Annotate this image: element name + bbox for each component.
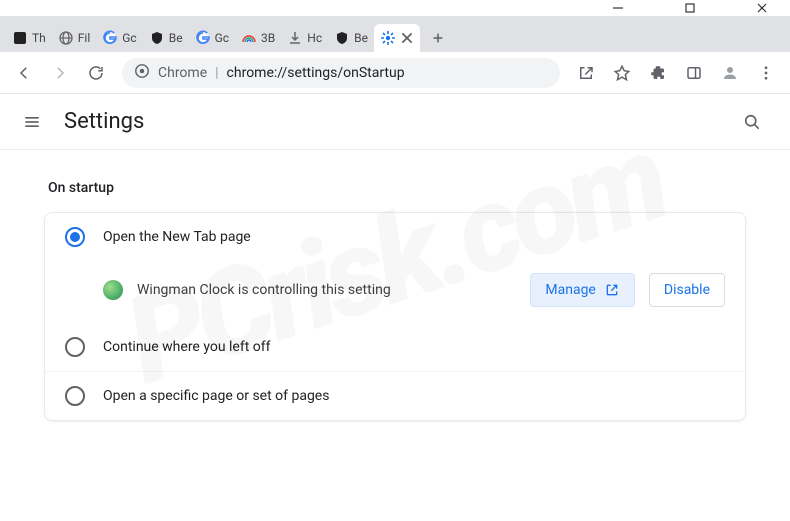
browser-tab[interactable]: Gc — [189, 24, 235, 52]
extension-icon — [103, 280, 123, 300]
browser-tab[interactable]: Hc — [281, 24, 328, 52]
manage-button[interactable]: Manage — [530, 273, 634, 307]
extensions-button[interactable] — [642, 57, 674, 89]
browser-tab-active[interactable] — [374, 24, 420, 52]
tab-label: Th — [32, 31, 46, 45]
google-g-icon — [102, 30, 118, 46]
extension-controlled-row: Wingman Clock is controlling this settin… — [45, 261, 745, 323]
bookmark-button[interactable] — [606, 57, 638, 89]
browser-tabstrip: Th Fil Gc Be Gc 3B Hc Be — [0, 16, 790, 52]
tab-label: 3B — [261, 31, 275, 45]
shield-icon — [149, 30, 165, 46]
browser-tab[interactable]: Gc — [96, 24, 142, 52]
browser-tab[interactable]: Be — [143, 24, 189, 52]
new-tab-button[interactable] — [424, 24, 452, 52]
page-title: Settings — [64, 109, 144, 134]
radio-selected-icon — [65, 227, 85, 247]
rainbow-icon — [241, 30, 257, 46]
address-scheme-label: Chrome — [158, 65, 207, 81]
window-titlebar — [0, 0, 790, 16]
startup-option-specific-pages[interactable]: Open a specific page or set of pages — [45, 371, 745, 420]
startup-option-continue[interactable]: Continue where you left off — [45, 323, 745, 371]
globe-icon — [58, 30, 74, 46]
reload-button[interactable] — [80, 57, 112, 89]
download-icon — [287, 30, 303, 46]
share-button[interactable] — [570, 57, 602, 89]
open-external-icon — [604, 282, 620, 298]
option-label: Continue where you left off — [103, 339, 271, 355]
menu-button[interactable] — [20, 110, 44, 134]
forward-button[interactable] — [44, 57, 76, 89]
close-icon[interactable] — [400, 31, 414, 45]
manage-button-label: Manage — [545, 282, 595, 298]
option-label: Open the New Tab page — [103, 229, 251, 245]
tab-label: Be — [354, 31, 368, 45]
option-label: Open a specific page or set of pages — [103, 388, 329, 404]
address-divider: | — [215, 65, 218, 81]
window-close-button[interactable] — [742, 0, 782, 16]
chrome-menu-button[interactable] — [750, 57, 782, 89]
browser-toolbar: Chrome | chrome://settings/onStartup — [0, 52, 790, 94]
window-minimize-button[interactable] — [598, 0, 638, 16]
extension-controlled-message: Wingman Clock is controlling this settin… — [137, 282, 516, 298]
section-title: On startup — [48, 180, 746, 196]
tab-label: Fil — [78, 31, 90, 45]
browser-tab[interactable]: 3B — [235, 24, 281, 52]
tab-label: Hc — [307, 31, 322, 45]
google-g-icon — [195, 30, 211, 46]
address-bar[interactable]: Chrome | chrome://settings/onStartup — [122, 58, 560, 88]
sidepanel-button[interactable] — [678, 57, 710, 89]
back-button[interactable] — [8, 57, 40, 89]
settings-header: Settings — [0, 94, 790, 150]
gear-icon — [380, 30, 396, 46]
on-startup-card: Open the New Tab page Wingman Clock is c… — [44, 212, 746, 421]
tab-label: Gc — [215, 31, 229, 45]
chrome-scheme-icon — [134, 63, 150, 83]
browser-tab[interactable]: Fil — [52, 24, 96, 52]
disable-button-label: Disable — [664, 282, 710, 298]
browser-tab[interactable]: Be — [328, 24, 374, 52]
tab-label: Be — [169, 31, 183, 45]
browser-tab[interactable]: Th — [6, 24, 52, 52]
tab-favicon-dark-square — [12, 30, 28, 46]
address-url: chrome://settings/onStartup — [227, 65, 405, 81]
profile-button[interactable] — [714, 57, 746, 89]
disable-button[interactable]: Disable — [649, 273, 725, 307]
radio-icon — [65, 337, 85, 357]
radio-icon — [65, 386, 85, 406]
window-maximize-button[interactable] — [670, 0, 710, 16]
settings-search-button[interactable] — [734, 104, 770, 140]
startup-option-new-tab[interactable]: Open the New Tab page — [45, 213, 745, 261]
tab-label: Gc — [122, 31, 136, 45]
shield-icon — [334, 30, 350, 46]
settings-content: On startup Open the New Tab page Wingman… — [0, 150, 790, 445]
